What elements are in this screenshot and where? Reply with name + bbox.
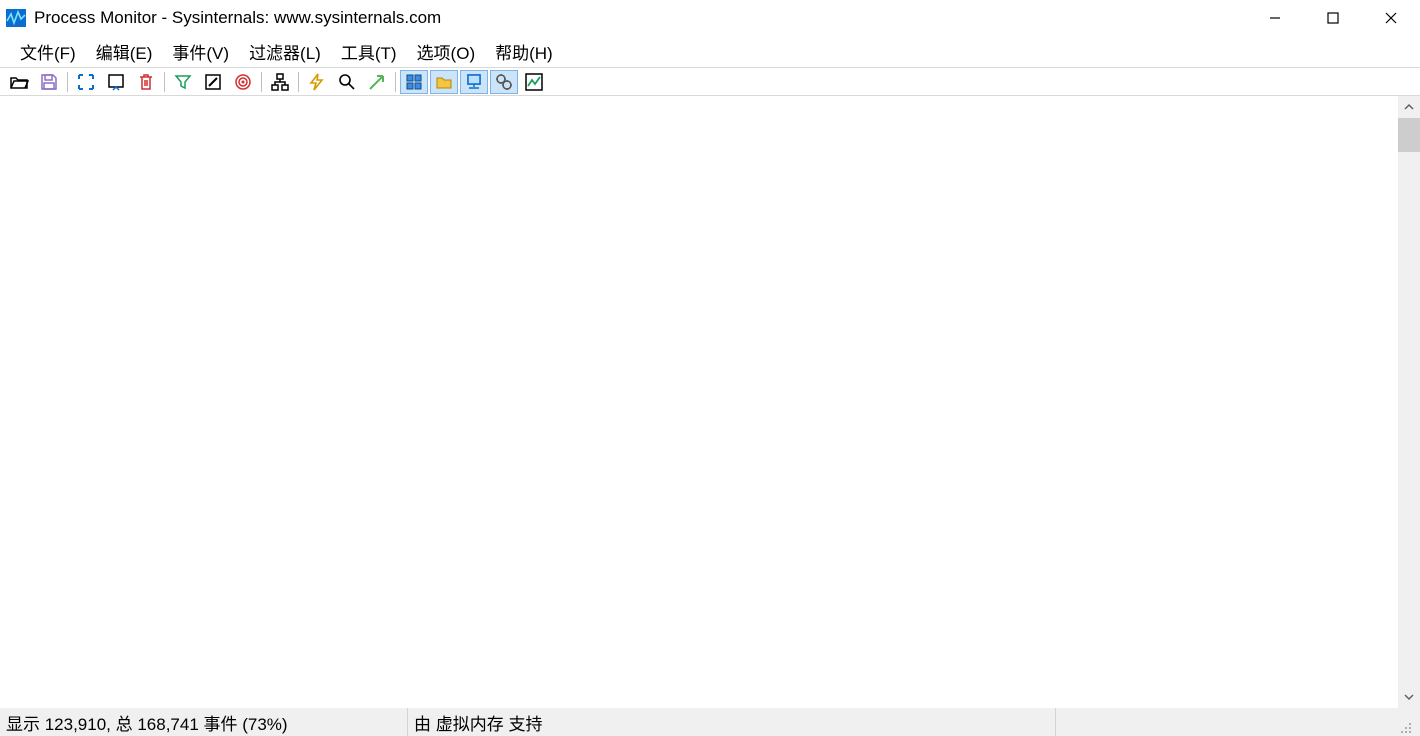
- jump-arrow-icon: [367, 72, 387, 92]
- toggle-process-button[interactable]: [490, 70, 518, 94]
- menu-edit[interactable]: 编辑(E): [86, 35, 163, 68]
- status-spacer: [1056, 708, 1420, 736]
- toolbar-separator: [261, 72, 262, 92]
- toggle-profiling-button[interactable]: [520, 70, 548, 94]
- registry-icon: [404, 72, 424, 92]
- scroll-up-button[interactable]: [1398, 96, 1420, 118]
- trash-icon: [136, 72, 156, 92]
- toolbar-separator: [395, 72, 396, 92]
- jump-to-button[interactable]: [363, 70, 391, 94]
- window-title: Process Monitor - Sysinternals: www.sysi…: [34, 8, 441, 28]
- event-properties-button[interactable]: [303, 70, 331, 94]
- event-list[interactable]: [0, 96, 1398, 708]
- target-icon: [233, 72, 253, 92]
- content-area: [0, 96, 1420, 708]
- toolbar-separator: [298, 72, 299, 92]
- filter-button[interactable]: [169, 70, 197, 94]
- funnel-icon: [173, 72, 193, 92]
- lightning-icon: [307, 72, 327, 92]
- status-events: 显示 123,910, 总 168,741 事件 (73%): [0, 708, 408, 736]
- status-bar: 显示 123,910, 总 168,741 事件 (73%) 由 虚拟内存 支持: [0, 708, 1420, 736]
- find-button[interactable]: [333, 70, 361, 94]
- search-icon: [337, 72, 357, 92]
- capture-button[interactable]: [72, 70, 100, 94]
- maximize-button[interactable]: [1304, 0, 1362, 36]
- close-button[interactable]: [1362, 0, 1420, 36]
- tree-icon: [270, 72, 290, 92]
- highlight-icon: [203, 72, 223, 92]
- app-icon: [6, 9, 26, 27]
- menu-help[interactable]: 帮助(H): [485, 35, 563, 68]
- toggle-network-button[interactable]: [460, 70, 488, 94]
- resize-grip-icon[interactable]: [1396, 718, 1414, 736]
- toggle-filesystem-button[interactable]: [430, 70, 458, 94]
- chevron-down-icon: [1404, 692, 1414, 702]
- title-bar: Process Monitor - Sysinternals: www.sysi…: [0, 0, 1420, 36]
- menu-tools[interactable]: 工具(T): [331, 35, 407, 68]
- open-button[interactable]: [5, 70, 33, 94]
- autoscroll-button[interactable]: [102, 70, 130, 94]
- toolbar-separator: [67, 72, 68, 92]
- maximize-icon: [1327, 12, 1339, 24]
- save-button[interactable]: [35, 70, 63, 94]
- include-process-button[interactable]: [229, 70, 257, 94]
- menu-bar: 文件(F) 编辑(E) 事件(V) 过滤器(L) 工具(T) 选项(O) 帮助(…: [0, 36, 1420, 68]
- highlight-button[interactable]: [199, 70, 227, 94]
- save-icon: [39, 72, 59, 92]
- autoscroll-icon: [106, 72, 126, 92]
- open-folder-icon: [9, 72, 29, 92]
- status-memory: 由 虚拟内存 支持: [408, 708, 1056, 736]
- minimize-button[interactable]: [1246, 0, 1304, 36]
- vertical-scrollbar[interactable]: [1398, 96, 1420, 708]
- close-icon: [1385, 12, 1397, 24]
- chevron-up-icon: [1404, 102, 1414, 112]
- profiling-chart-icon: [524, 72, 544, 92]
- network-icon: [464, 72, 484, 92]
- menu-file[interactable]: 文件(F): [10, 35, 86, 68]
- capture-icon: [76, 72, 96, 92]
- process-gears-icon: [494, 72, 514, 92]
- filesystem-icon: [434, 72, 454, 92]
- menu-event[interactable]: 事件(V): [162, 35, 239, 68]
- toolbar-separator: [164, 72, 165, 92]
- menu-options[interactable]: 选项(O): [407, 35, 486, 68]
- scroll-down-button[interactable]: [1398, 686, 1420, 708]
- toggle-registry-button[interactable]: [400, 70, 428, 94]
- menu-filter[interactable]: 过滤器(L): [239, 35, 331, 68]
- scrollbar-thumb[interactable]: [1398, 118, 1420, 152]
- clear-button[interactable]: [132, 70, 160, 94]
- minimize-icon: [1269, 12, 1281, 24]
- toolbar: [0, 68, 1420, 96]
- process-tree-button[interactable]: [266, 70, 294, 94]
